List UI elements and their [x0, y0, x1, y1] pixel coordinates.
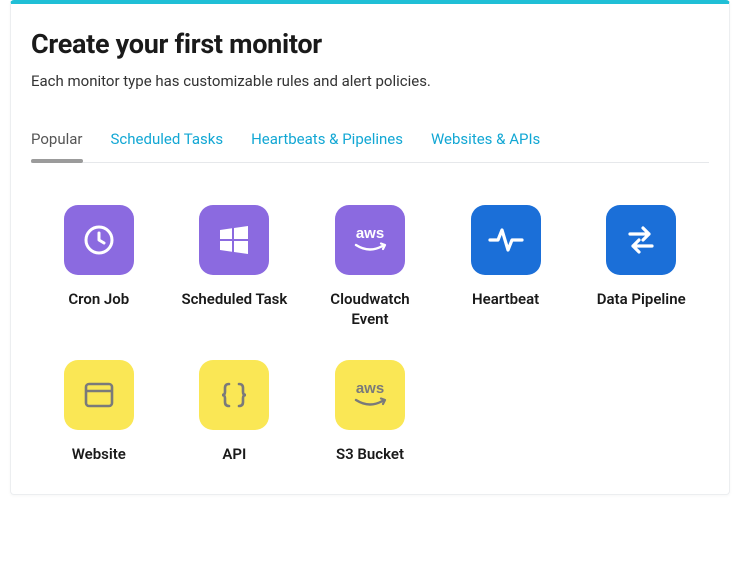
page-title: Create your first monitor [31, 28, 709, 60]
monitor-label: Cloudwatch Event [312, 289, 428, 330]
browser-icon [64, 360, 134, 430]
svg-text:aws: aws [356, 225, 384, 242]
aws-icon: aws [335, 205, 405, 275]
windows-icon [199, 205, 269, 275]
monitor-label: Scheduled Task [181, 289, 287, 309]
monitor-website[interactable]: Website [41, 360, 157, 464]
aws-icon: aws [335, 360, 405, 430]
monitor-label: API [222, 444, 246, 464]
monitor-cron-job[interactable]: Cron Job [41, 205, 157, 330]
monitor-grid: Cron Job Scheduled Task aws [31, 205, 709, 464]
svg-text:aws: aws [356, 380, 384, 397]
tabs: Popular Scheduled Tasks Heartbeats & Pip… [31, 130, 709, 163]
braces-icon [199, 360, 269, 430]
monitor-data-pipeline[interactable]: Data Pipeline [583, 205, 699, 330]
monitor-label: Data Pipeline [597, 289, 686, 309]
tab-popular[interactable]: Popular [31, 130, 83, 162]
monitor-scheduled-task[interactable]: Scheduled Task [177, 205, 293, 330]
clock-icon [64, 205, 134, 275]
monitor-label: Website [72, 444, 126, 464]
pulse-icon [471, 205, 541, 275]
arrows-lr-icon [606, 205, 676, 275]
monitor-cloudwatch-event[interactable]: aws Cloudwatch Event [312, 205, 428, 330]
tab-scheduled-tasks[interactable]: Scheduled Tasks [111, 130, 224, 162]
monitor-label: S3 Bucket [336, 444, 404, 464]
page-subtitle: Each monitor type has customizable rules… [31, 72, 709, 90]
monitor-heartbeat[interactable]: Heartbeat [448, 205, 564, 330]
monitor-label: Cron Job [68, 289, 129, 309]
monitor-api[interactable]: API [177, 360, 293, 464]
tab-heartbeats-pipelines[interactable]: Heartbeats & Pipelines [251, 130, 403, 162]
create-monitor-card: Create your first monitor Each monitor t… [10, 0, 730, 495]
tab-websites-apis[interactable]: Websites & APIs [431, 130, 540, 162]
monitor-label: Heartbeat [472, 289, 539, 309]
monitor-s3-bucket[interactable]: aws S3 Bucket [312, 360, 428, 464]
